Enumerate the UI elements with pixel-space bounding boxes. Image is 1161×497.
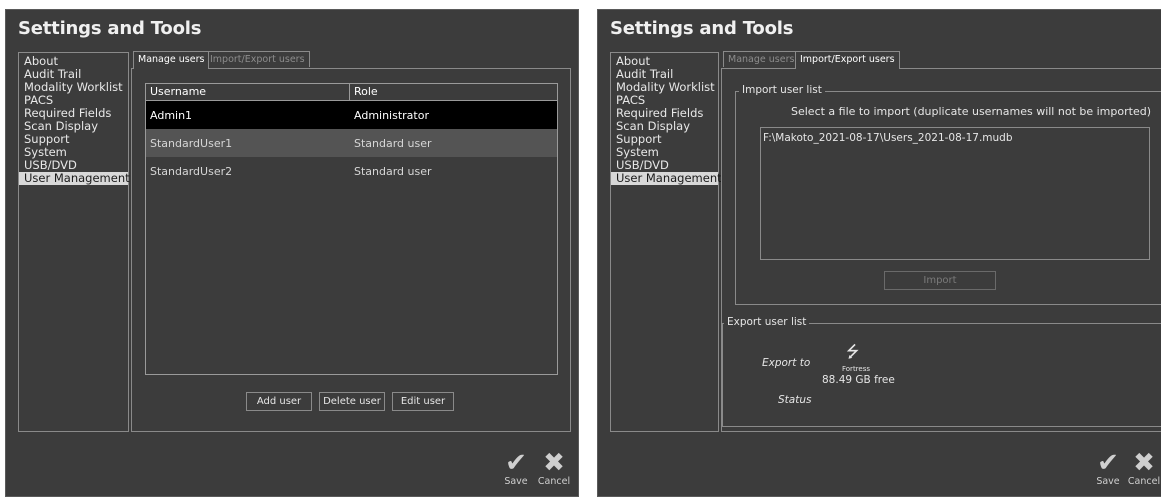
- save-label: Save: [504, 476, 528, 487]
- cell-username: Admin1: [150, 108, 193, 122]
- sidebar-item-user-management[interactable]: User Management: [611, 172, 722, 185]
- cell-role: Standard user: [354, 136, 432, 150]
- settings-window-import-export: Settings and Tools About Audit Trail Mod…: [597, 9, 1161, 497]
- sidebar-item-user-management[interactable]: User Management: [19, 172, 130, 185]
- tab-manage-users[interactable]: Manage users: [723, 51, 800, 67]
- save-label: Save: [1096, 476, 1120, 487]
- table-header: Username Role: [146, 84, 557, 101]
- device-name: Fortress: [842, 365, 871, 373]
- import-instruction: Select a file to import (duplicate usern…: [791, 105, 1151, 118]
- cell-role: Administrator: [354, 108, 429, 122]
- export-group: [722, 323, 1161, 427]
- table-row[interactable]: StandardUser1 Standard user: [146, 129, 557, 157]
- manage-users-panel: Username Role Admin1 Administrator Stand…: [131, 68, 571, 432]
- settings-sidebar: About Audit Trail Modality Worklist PACS…: [610, 52, 722, 432]
- window-title: Settings and Tools: [18, 18, 202, 39]
- export-legend: Export user list: [724, 316, 810, 328]
- checkmark-icon: ✔: [1097, 448, 1119, 478]
- add-user-button[interactable]: Add user: [246, 392, 312, 411]
- settings-sidebar: About Audit Trail Modality Worklist PACS…: [18, 52, 130, 432]
- tab-import-export-users[interactable]: Import/Export users: [795, 51, 900, 69]
- cancel-label: Cancel: [1127, 476, 1161, 487]
- cancel-button[interactable]: ✖ Cancel: [1125, 450, 1161, 487]
- close-icon: ✖: [1133, 448, 1155, 478]
- import-button[interactable]: Import: [884, 271, 996, 290]
- status-label: Status: [778, 394, 812, 406]
- column-header-username[interactable]: Username: [146, 84, 350, 100]
- file-path-text: F:\Makoto_2021-08-17\Users_2021-08-17.mu…: [763, 132, 1013, 144]
- edit-user-button[interactable]: Edit user: [392, 392, 454, 411]
- export-to-label: Export to: [762, 357, 811, 369]
- users-table: Username Role Admin1 Administrator Stand…: [145, 83, 558, 375]
- file-path-field[interactable]: F:\Makoto_2021-08-17\Users_2021-08-17.mu…: [760, 127, 1150, 260]
- table-row[interactable]: StandardUser2 Standard user: [146, 157, 557, 185]
- window-title: Settings and Tools: [610, 18, 794, 39]
- cancel-button[interactable]: ✖ Cancel: [534, 450, 574, 487]
- delete-user-button[interactable]: Delete user: [319, 392, 385, 411]
- cancel-label: Cancel: [537, 476, 571, 487]
- cell-username: StandardUser2: [150, 164, 233, 178]
- save-button[interactable]: ✔ Save: [500, 450, 532, 487]
- import-legend: Import user list: [739, 84, 825, 96]
- column-header-role[interactable]: Role: [350, 84, 378, 100]
- tab-manage-users[interactable]: Manage users: [133, 51, 210, 69]
- table-row[interactable]: Admin1 Administrator: [146, 101, 557, 129]
- tab-import-export-users[interactable]: Import/Export users: [205, 51, 310, 67]
- import-export-panel: Import user list Select a file to import…: [721, 68, 1161, 432]
- close-icon: ✖: [543, 448, 565, 478]
- cell-role: Standard user: [354, 164, 432, 178]
- settings-window-manage-users: Settings and Tools About Audit Trail Mod…: [5, 9, 579, 497]
- cell-username: StandardUser1: [150, 136, 233, 150]
- usb-icon[interactable]: ⭍: [846, 341, 859, 368]
- device-free-space: 88.49 GB free: [822, 374, 895, 386]
- save-button[interactable]: ✔ Save: [1092, 450, 1124, 487]
- checkmark-icon: ✔: [505, 448, 527, 478]
